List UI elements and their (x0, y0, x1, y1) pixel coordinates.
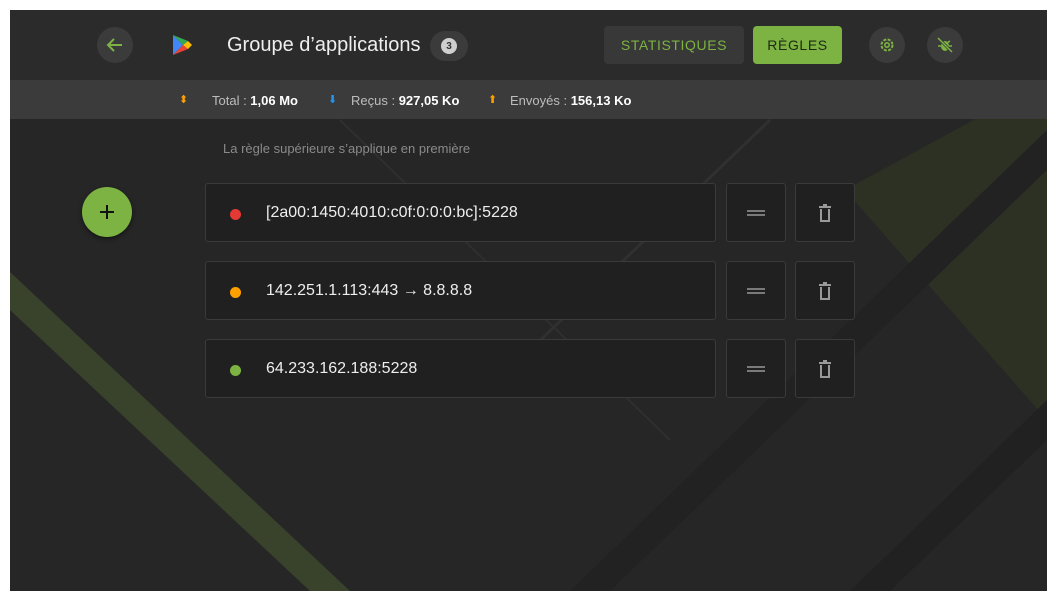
trash-icon (819, 203, 831, 222)
rule-delete-button[interactable] (795, 261, 855, 320)
trash-icon (819, 281, 831, 300)
gear-icon (880, 38, 894, 52)
stat-sent: Envoyés : 156,13 Ko (510, 93, 631, 108)
drag-handle-icon (747, 365, 765, 372)
settings-button[interactable] (869, 27, 905, 63)
up-down-arrows-icon: ⬍ (179, 94, 189, 106)
stat-total-value: 1,06 Mo (250, 93, 298, 108)
google-play-icon (173, 35, 192, 55)
add-rule-button[interactable] (82, 187, 132, 237)
tab-statistics[interactable]: STATISTIQUES (604, 26, 744, 64)
app-icon (171, 33, 193, 57)
rule-status-dot (230, 287, 241, 298)
rule-target: 142.251.1.113:443 → 8.8.8.8 (266, 282, 473, 299)
arrow-up-icon: ⬆ (488, 94, 498, 106)
top-bar: Groupe d’applications 3 STATISTIQUES RÈG… (10, 10, 1047, 80)
rule-card[interactable]: [2a00:1450:4010:c0f:0:0:0:bc]:5228 (205, 183, 716, 242)
arrow-down-icon: ⬇ (328, 94, 338, 106)
traffic-stats-bar: ⬍ Total : 1,06 Mo ⬇ Reçus : 927,05 Ko ⬆ … (10, 80, 1047, 119)
rule-drag-handle[interactable] (726, 261, 786, 320)
stat-sent-value: 156,13 Ko (570, 93, 632, 108)
drag-handle-icon (747, 209, 765, 216)
arrow-left-icon (106, 38, 122, 52)
app-window: Groupe d’applications 3 STATISTIQUES RÈG… (10, 10, 1047, 591)
app-count-badge: 3 (430, 31, 468, 61)
stat-received: Reçus : 927,05 Ko (351, 93, 459, 108)
stat-total: Total : 1,06 Mo (212, 93, 298, 108)
rule-card[interactable]: 64.233.162.188:5228 (205, 339, 716, 398)
debug-button[interactable] (927, 27, 963, 63)
rule-delete-button[interactable] (795, 339, 855, 398)
rule-drag-handle[interactable] (726, 183, 786, 242)
back-button[interactable] (97, 27, 133, 63)
rule-target: [2a00:1450:4010:c0f:0:0:0:bc]:5228 (266, 204, 518, 221)
stat-total-label: Total : (212, 93, 251, 108)
rule-drag-handle[interactable] (726, 339, 786, 398)
bug-off-icon (936, 36, 954, 54)
stat-sent-label: Envoyés : (510, 93, 571, 108)
rule-status-dot (230, 209, 241, 220)
rule-card[interactable]: 142.251.1.113:443 → 8.8.8.8 (205, 261, 716, 320)
app-count: 3 (441, 38, 457, 54)
drag-handle-icon (747, 287, 765, 294)
rule-target: 64.233.162.188:5228 (266, 360, 418, 377)
tab-rules[interactable]: RÈGLES (753, 26, 842, 64)
rule-delete-button[interactable] (795, 183, 855, 242)
page-title: Groupe d’applications (227, 34, 421, 56)
stat-received-value: 927,05 Ko (398, 93, 460, 108)
rule-status-dot (230, 365, 241, 376)
rules-hint: La règle supérieure s’applique en premiè… (223, 141, 471, 156)
plus-icon (100, 205, 114, 219)
stat-received-label: Reçus : (351, 93, 399, 108)
trash-icon (819, 359, 831, 378)
